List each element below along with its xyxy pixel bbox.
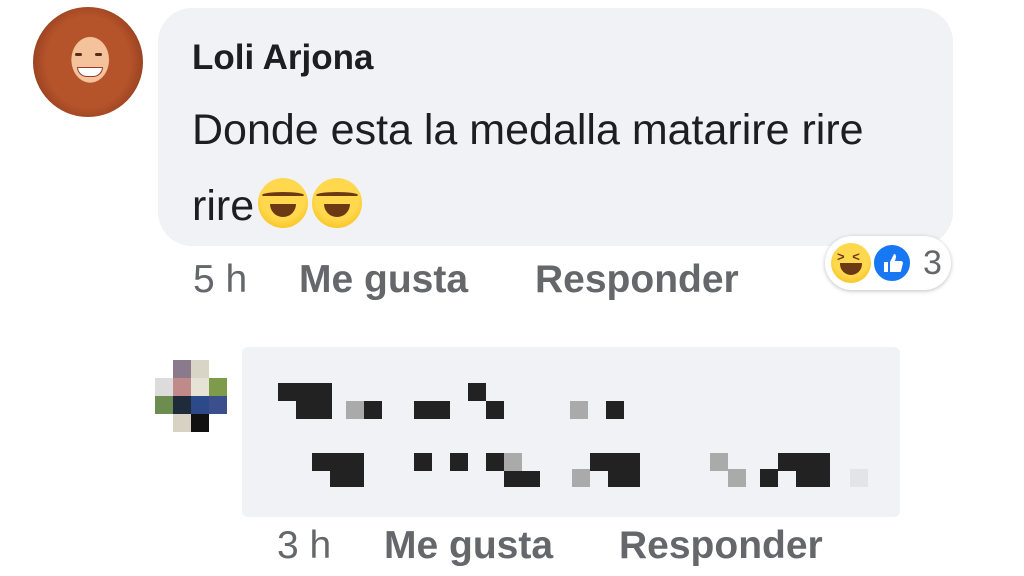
reply-link[interactable]: Responder xyxy=(619,524,823,568)
redacted-pixel xyxy=(312,453,330,471)
redacted-pixel xyxy=(590,453,608,471)
commenter-avatar[interactable] xyxy=(33,7,143,117)
comment-time[interactable]: 5 h xyxy=(193,258,247,302)
redacted-pixel xyxy=(504,453,522,471)
comment-author[interactable]: Loli Arjona xyxy=(192,38,373,78)
like-link[interactable]: Me gusta xyxy=(384,524,553,568)
redacted-pixel xyxy=(346,401,364,419)
joy-emoji-icon xyxy=(258,178,309,228)
pixelated-comment-bubble xyxy=(242,347,900,517)
redacted-pixel xyxy=(504,471,540,487)
redacted-pixel xyxy=(414,453,432,471)
redacted-pixel xyxy=(278,383,296,401)
redacted-pixel xyxy=(728,469,746,487)
redacted-pixel xyxy=(468,383,486,401)
haha-reaction-icon xyxy=(831,243,871,283)
reaction-count: 3 xyxy=(923,244,942,282)
redacted-pixel xyxy=(710,453,728,471)
redacted-pixel xyxy=(296,383,332,419)
reaction-summary[interactable]: 3 xyxy=(825,236,951,290)
joy-emoji-icon xyxy=(312,178,363,228)
like-reaction-icon xyxy=(872,243,912,283)
redacted-pixel xyxy=(760,469,778,487)
redacted-pixel xyxy=(364,401,382,419)
comment-text: Donde esta la medalla matarire rire rire xyxy=(192,92,932,244)
redacted-pixel xyxy=(330,453,364,487)
redacted-pixel xyxy=(486,401,504,419)
redacted-pixel xyxy=(450,453,468,471)
redacted-pixel xyxy=(486,453,504,471)
redacted-pixel xyxy=(606,401,624,419)
redacted-pixel xyxy=(850,469,868,487)
comment-time[interactable]: 3 h xyxy=(277,524,331,568)
redacted-pixel xyxy=(778,453,796,471)
like-link[interactable]: Me gusta xyxy=(299,258,468,302)
redacted-pixel xyxy=(608,453,640,487)
redacted-pixel xyxy=(796,453,830,487)
redacted-pixel xyxy=(414,401,450,419)
avatar-eye xyxy=(95,53,102,56)
redacted-pixel xyxy=(572,469,590,487)
redacted-pixel xyxy=(570,401,588,419)
avatar-eye xyxy=(75,53,82,56)
avatar-smile xyxy=(77,67,103,77)
pixelated-avatar[interactable] xyxy=(155,360,227,434)
reply-link[interactable]: Responder xyxy=(535,258,739,302)
